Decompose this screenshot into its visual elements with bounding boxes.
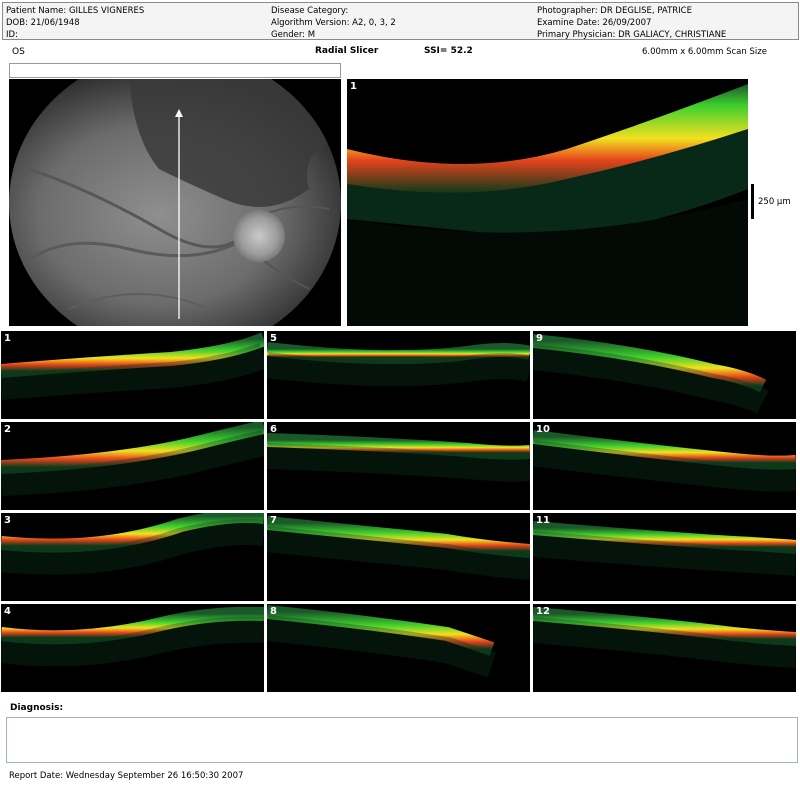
patient-info-col: Patient Name: GILLES VIGNERES DOB: 21/06… <box>6 5 144 41</box>
scan-size: 6.00mm x 6.00mm Scan Size <box>642 47 767 57</box>
oct-thumbnail-6[interactable]: 6 <box>267 422 530 510</box>
oct-thumbnail-9[interactable]: 9 <box>533 331 796 419</box>
thumbnail-number: 4 <box>4 606 11 617</box>
fundus-image <box>9 79 341 326</box>
fundus-label-bar <box>9 63 341 78</box>
disease-category: Disease Category: <box>271 6 349 16</box>
oct-thumbnail-5[interactable]: 5 <box>267 331 530 419</box>
oct-thumbnail-10[interactable]: 10 <box>533 422 796 510</box>
thumbnail-number: 10 <box>536 424 550 435</box>
staff-info-col: Photographer: DR DEGLISE, PATRICE Examin… <box>537 5 726 41</box>
oct-thumbnail-8[interactable]: 8 <box>267 604 530 692</box>
thumbnail-number: 2 <box>4 424 11 435</box>
exam-info-col: Disease Category: Algorithm Version: A2,… <box>271 5 396 41</box>
diagnosis-label: Diagnosis: <box>10 703 64 713</box>
eye-label: OS <box>12 47 25 57</box>
oct-thumbnail-4[interactable]: 4 <box>1 604 264 692</box>
thumbnail-number: 8 <box>270 606 277 617</box>
exam-date: Examine Date: 26/09/2007 <box>537 18 652 28</box>
algorithm-version: Algorithm Version: A2, 0, 3, 2 <box>271 18 396 28</box>
thumbnail-number: 1 <box>4 333 11 344</box>
primary-physician: Primary Physician: DR GALIACY, CHRISTIAN… <box>537 30 727 40</box>
scan-mode-title: Radial Slicer <box>315 46 379 56</box>
thumbnail-number: 12 <box>536 606 550 617</box>
thumbnail-number: 3 <box>4 515 11 526</box>
main-scan-number: 1 <box>350 81 357 92</box>
thumbnail-number: 11 <box>536 515 550 526</box>
thumbnail-number: 7 <box>270 515 277 526</box>
oct-thumbnail-1[interactable]: 1 <box>1 331 264 419</box>
patient-dob: DOB: 21/06/1948 <box>6 18 80 28</box>
oct-thumbnail-12[interactable]: 12 <box>533 604 796 692</box>
patient-id: ID: <box>6 30 18 40</box>
patient-header: Patient Name: GILLES VIGNERES DOB: 21/06… <box>2 2 799 40</box>
oct-thumbnail-11[interactable]: 11 <box>533 513 796 601</box>
report-date: Report Date: Wednesday September 26 16:5… <box>9 771 244 781</box>
oct-thumbnail-3[interactable]: 3 <box>1 513 264 601</box>
diagnosis-textarea[interactable] <box>6 717 798 763</box>
thumbnail-number: 5 <box>270 333 277 344</box>
scale-bar <box>751 184 754 219</box>
scale-label: 250 µm <box>758 197 791 207</box>
oct-thumbnail-7[interactable]: 7 <box>267 513 530 601</box>
thumbnail-number: 9 <box>536 333 543 344</box>
photographer: Photographer: DR DEGLISE, PATRICE <box>537 6 692 16</box>
thumbnail-number: 6 <box>270 424 277 435</box>
main-oct-scan: 1 <box>347 79 748 326</box>
oct-thumbnail-2[interactable]: 2 <box>1 422 264 510</box>
gender: Gender: M <box>271 30 316 40</box>
patient-name: Patient Name: GILLES VIGNERES <box>6 6 145 16</box>
ssi-value: SSI= 52.2 <box>424 46 473 56</box>
